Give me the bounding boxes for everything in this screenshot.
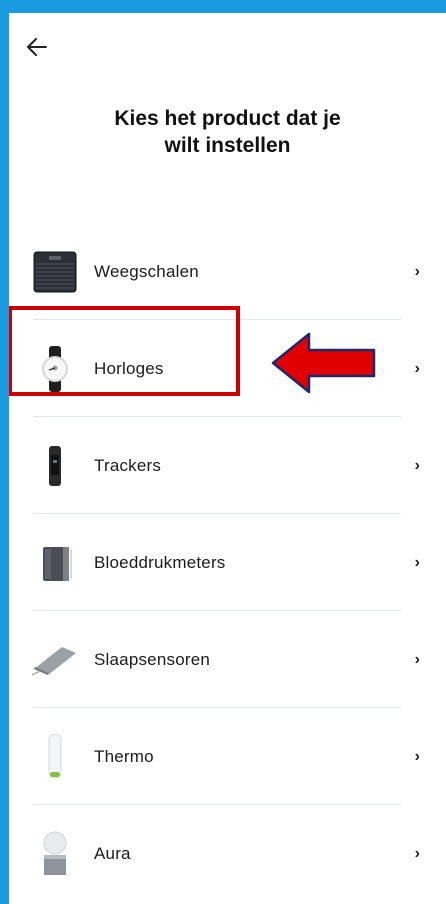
chevron-right-icon: ›: [414, 650, 420, 668]
product-label: Trackers: [94, 455, 162, 475]
back-button[interactable]: [24, 35, 50, 59]
product-label: Bloeddrukmeters: [94, 552, 226, 572]
product-label: Aura: [94, 843, 131, 863]
chevron-right-icon: ›: [414, 553, 420, 571]
page-title: Kies het product dat je wilt instellen: [9, 105, 446, 159]
tracker-icon: [32, 443, 78, 489]
chevron-right-icon: ›: [414, 844, 420, 862]
arrow-left-icon: [27, 38, 47, 56]
product-item-aura[interactable]: Aura ›: [9, 805, 446, 902]
product-picker-screen: Kies het product dat je wilt instellen W…: [9, 13, 446, 904]
page-title-line1: Kies het product dat je: [114, 107, 341, 130]
product-item-thermo[interactable]: Thermo ›: [9, 708, 446, 805]
aura-lamp-icon: [32, 831, 78, 877]
chevron-right-icon: ›: [414, 747, 420, 765]
product-item-bloeddrukmeters[interactable]: Bloeddrukmeters ›: [9, 514, 446, 611]
chevron-right-icon: ›: [414, 456, 420, 474]
page-title-line2: wilt instellen: [164, 134, 291, 157]
chevron-right-icon: ›: [414, 359, 420, 377]
pointer-arrow-icon: [271, 332, 376, 394]
sleep-sensor-icon: [32, 637, 78, 683]
scale-icon: [32, 249, 78, 295]
chevron-right-icon: ›: [414, 262, 420, 280]
product-item-slaapsensoren[interactable]: Slaapsensoren ›: [9, 611, 446, 708]
product-label: Slaapsensoren: [94, 649, 211, 669]
thermometer-icon: [32, 733, 78, 780]
product-label: Weegschalen: [94, 261, 199, 281]
blood-pressure-monitor-icon: [32, 540, 78, 586]
product-item-trackers[interactable]: Trackers ›: [9, 417, 446, 514]
product-label: Thermo: [94, 746, 154, 766]
highlight-box: [9, 306, 240, 396]
